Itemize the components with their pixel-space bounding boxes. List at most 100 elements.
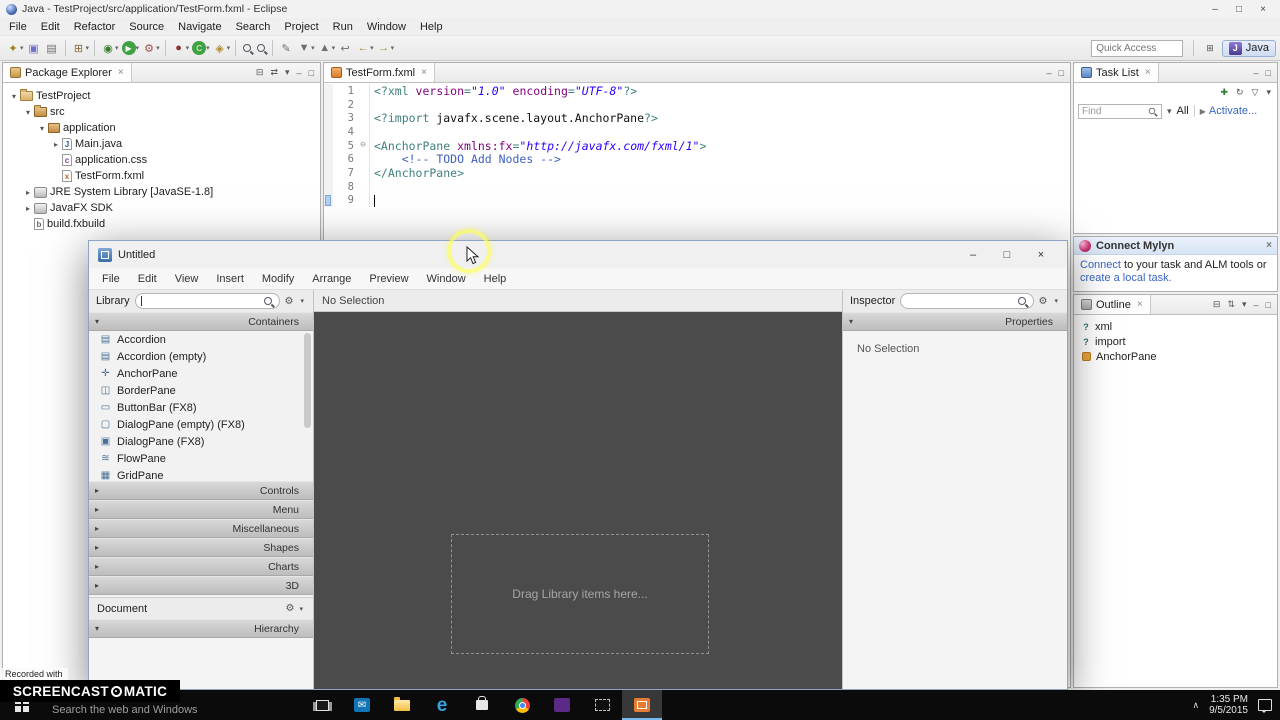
library-item[interactable]: ▤ Accordion <box>89 331 313 348</box>
library-item[interactable]: ≋ FlowPane <box>89 450 313 467</box>
minimize-icon[interactable]: – <box>1045 68 1054 78</box>
filter-icon[interactable]: ▽ <box>1250 87 1261 98</box>
library-item[interactable]: ▢ DialogPane (empty) (FX8) <box>89 416 313 433</box>
taskbar-app-chrome[interactable] <box>502 690 542 720</box>
gear-icon[interactable]: ⚙ <box>1039 296 1048 307</box>
chevron-down-icon[interactable]: ▾ <box>298 297 306 305</box>
fold-collapse-icon[interactable]: ⊖ <box>360 140 365 150</box>
sb-menu-insert[interactable]: Insert <box>207 271 253 287</box>
close-button[interactable]: × <box>1024 245 1058 265</box>
close-button[interactable]: × <box>1252 2 1274 16</box>
java-perspective-button[interactable]: J Java <box>1221 39 1276 57</box>
tab-outline[interactable]: Outline × <box>1074 295 1151 314</box>
sb-menu-modify[interactable]: Modify <box>253 271 303 287</box>
dropdown-arrow-icon[interactable]: ▾ <box>227 44 231 52</box>
open-perspective-button[interactable]: ⊞ <box>1204 43 1216 54</box>
tree-item[interactable]: ▾ application <box>3 120 320 136</box>
view-menu-icon[interactable]: ▾ <box>283 67 292 78</box>
activate-link[interactable]: Activate... <box>1209 105 1257 117</box>
sb-menu-edit[interactable]: Edit <box>129 271 166 287</box>
close-icon[interactable]: × <box>1145 67 1151 78</box>
tree-item[interactable]: ▸ JRE System Library [JavaSE-1.8] <box>3 184 320 200</box>
new-java-project-button[interactable]: ⊞ ▾ <box>70 38 91 58</box>
section-3d[interactable]: ▸ 3D <box>89 576 313 595</box>
library-item[interactable]: ▣ DialogPane (FX8) <box>89 433 313 450</box>
sb-menu-preview[interactable]: Preview <box>360 271 417 287</box>
scope-all-dropdown[interactable]: All <box>1177 105 1189 117</box>
new-package-button[interactable]: ◈ ▾ <box>211 38 232 58</box>
gear-icon[interactable]: ⚙ <box>286 603 295 614</box>
minimize-icon[interactable]: – <box>295 68 304 78</box>
code-line[interactable]: 5 ⊖ <AnchorPane xmlns:fx="http://javafx.co… <box>324 139 1070 153</box>
chevron-expanded-icon[interactable]: ▾ <box>9 92 19 101</box>
print-button[interactable]: ▤ <box>43 38 61 58</box>
dropdown-arrow-icon[interactable]: ▾ <box>332 44 336 52</box>
mark-occurrences-button[interactable]: ✎ <box>277 38 295 58</box>
library-item[interactable]: ▦ GridPane <box>89 467 313 482</box>
taskbar-app-mail[interactable]: ✉ <box>342 690 382 720</box>
sb-menu-file[interactable]: File <box>93 271 129 287</box>
code-line[interactable]: 1 <?xml version="1.0" encoding="UTF-8"?> <box>324 84 1070 98</box>
menu-navigate[interactable]: Navigate <box>171 20 228 34</box>
code-line[interactable]: 4 <box>324 125 1070 139</box>
taskbar-app-command-prompt[interactable] <box>582 690 622 720</box>
chevron-down-icon[interactable]: ▾ <box>297 605 305 613</box>
menu-edit[interactable]: Edit <box>34 20 67 34</box>
code-line[interactable]: 9 <box>324 193 1070 208</box>
tree-item[interactable]: x TestForm.fxml <box>3 168 320 184</box>
dropdown-arrow-icon[interactable]: ▾ <box>370 44 374 52</box>
dropdown-arrow-icon[interactable]: ▾ <box>20 44 24 52</box>
section-miscellaneous[interactable]: ▸ Miscellaneous <box>89 519 313 538</box>
new-task-icon[interactable]: ✚ <box>1218 87 1230 98</box>
taskbar-app-scene-builder[interactable] <box>622 690 662 720</box>
menu-refactor[interactable]: Refactor <box>67 20 123 34</box>
last-edit-location-button[interactable]: ↩ <box>336 38 354 58</box>
code-line[interactable]: 2 <box>324 97 1070 112</box>
sb-menu-help[interactable]: Help <box>475 271 516 287</box>
chevron-collapsed-icon[interactable]: ▸ <box>51 140 61 149</box>
connect-link[interactable]: Connect <box>1080 259 1121 271</box>
maximize-icon[interactable]: □ <box>1264 300 1273 310</box>
maximize-icon[interactable]: □ <box>1057 68 1066 78</box>
library-search-input[interactable] <box>134 293 280 309</box>
maximize-icon[interactable]: □ <box>307 68 316 78</box>
outline-item[interactable]: ? xml <box>1074 319 1277 334</box>
inspector-search-input[interactable] <box>900 293 1034 309</box>
external-tools-button[interactable]: ⚙ ▾ <box>140 38 161 58</box>
debug-button[interactable]: ◉ ▾ <box>99 38 120 58</box>
dropdown-arrow-icon[interactable]: ▾ <box>311 44 315 52</box>
save-button[interactable]: ▣ <box>25 38 43 58</box>
gear-icon[interactable]: ⚙ <box>285 296 294 307</box>
menu-project[interactable]: Project <box>277 20 325 34</box>
code-line[interactable]: 8 <box>324 179 1070 194</box>
taskbar-app-file-explorer[interactable] <box>382 690 422 720</box>
tab-testform-fxml[interactable]: TestForm.fxml × <box>324 63 435 82</box>
section-controls[interactable]: ▸ Controls <box>89 481 313 500</box>
view-menu-icon[interactable]: ▾ <box>1240 299 1249 310</box>
new-class-button[interactable]: C ▾ <box>190 38 211 58</box>
sb-menu-view[interactable]: View <box>166 271 208 287</box>
code-line[interactable]: 3 <?import javafx.scene.layout.AnchorPane… <box>324 111 1070 125</box>
menu-help[interactable]: Help <box>413 20 450 34</box>
chevron-down-icon[interactable]: ▾ <box>1165 106 1174 117</box>
taskbar-app-app-purple[interactable] <box>542 690 582 720</box>
quick-access-input[interactable] <box>1091 39 1184 57</box>
run-button[interactable]: ▶ ▾ <box>120 38 141 58</box>
taskbar-clock[interactable]: 1:35 PM 9/5/2015 <box>1209 694 1248 716</box>
open-type-button[interactable] <box>240 38 254 58</box>
dropdown-arrow-icon[interactable]: ▾ <box>391 44 395 52</box>
previous-annotation-button[interactable]: ▲ ▾ <box>316 38 337 58</box>
library-item[interactable]: ▭ ButtonBar (FX8) <box>89 399 313 416</box>
taskbar-app-task-view[interactable] <box>302 690 342 720</box>
section-shapes[interactable]: ▸ Shapes <box>89 538 313 557</box>
minimize-icon[interactable]: – <box>1252 68 1261 78</box>
section-properties[interactable]: ▾ Properties <box>843 312 1067 331</box>
scrollbar[interactable] <box>304 333 311 428</box>
tree-item[interactable]: ▾ TestProject <box>3 88 320 104</box>
tab-package-explorer[interactable]: Package Explorer × <box>3 63 132 82</box>
taskbar-app-edge[interactable]: e <box>422 690 462 720</box>
dropdown-arrow-icon[interactable]: ▾ <box>186 44 190 52</box>
code-line[interactable]: 7 </AnchorPane> <box>324 166 1070 180</box>
collapse-all-icon[interactable]: ⊟ <box>254 67 266 78</box>
close-icon[interactable]: × <box>118 67 124 78</box>
